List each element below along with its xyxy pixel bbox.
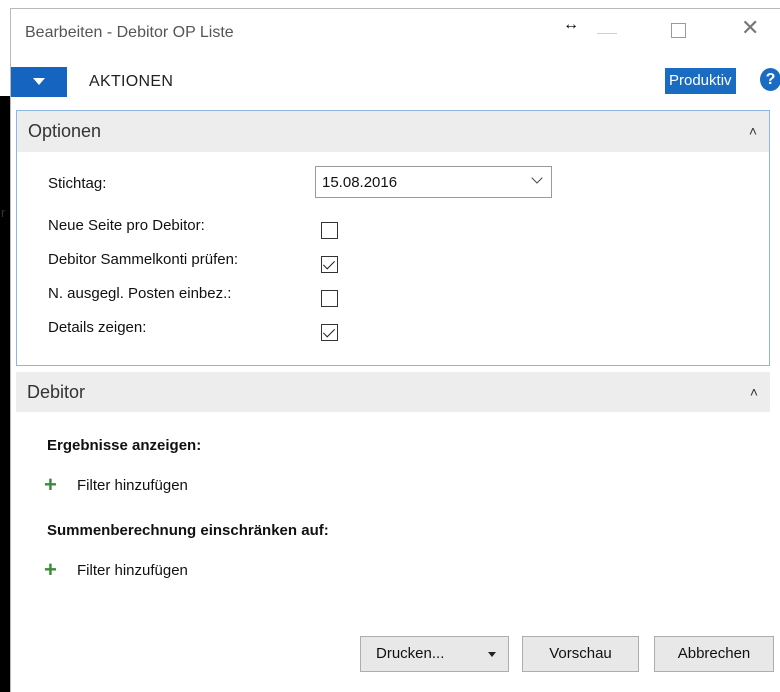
sammelkonti-label: Debitor Sammelkonti prüfen: <box>48 251 239 268</box>
background-window-edge <box>0 96 10 692</box>
chevron-down-icon[interactable] <box>531 172 543 184</box>
options-section: Optionen ˄ Stichtag: 15.08.2016 Neue Sei… <box>16 110 770 366</box>
options-header[interactable]: Optionen ˄ <box>17 111 769 152</box>
close-button[interactable]: ✕ <box>741 17 759 39</box>
plus-icon[interactable]: + <box>44 559 57 581</box>
collapse-icon[interactable]: ˄ <box>750 384 758 400</box>
help-icon[interactable]: ? <box>760 68 780 91</box>
menu-dropdown-button[interactable] <box>11 67 67 97</box>
sammelkonti-checkbox[interactable] <box>321 256 338 273</box>
add-filter-link[interactable]: Filter hinzufügen <box>77 477 188 494</box>
environment-badge: Produktiv <box>665 68 736 94</box>
options-title: Optionen <box>28 121 102 141</box>
actions-menu[interactable]: AKTIONEN <box>89 73 173 91</box>
results-label: Ergebnisse anzeigen: <box>47 437 202 454</box>
chevron-down-icon[interactable] <box>488 652 496 657</box>
debitor-header[interactable]: Debitor ˄ <box>16 372 770 412</box>
add-filter-link[interactable]: Filter hinzufügen <box>77 562 188 579</box>
collapse-icon[interactable]: ˄ <box>749 123 757 139</box>
title-bar: Bearbeiten - Debitor OP Liste ↔ ✕ <box>11 9 780 57</box>
ausgegl-posten-checkbox[interactable] <box>321 290 338 307</box>
neue-seite-checkbox[interactable] <box>321 222 338 239</box>
details-label: Details zeigen: <box>48 319 147 336</box>
print-button-label: Drucken... <box>376 645 445 662</box>
ausgegl-posten-label: N. ausgegl. Posten einbez.: <box>48 285 232 302</box>
window-title: Bearbeiten - Debitor OP Liste <box>25 24 234 41</box>
sum-restriction-label: Summenberechnung einschränken auf: <box>47 522 329 539</box>
stichtag-date-input[interactable]: 15.08.2016 <box>315 166 552 198</box>
resize-cursor-icon: ↔ <box>563 16 579 33</box>
preview-button[interactable]: Vorschau <box>522 636 639 672</box>
stichtag-value: 15.08.2016 <box>322 174 398 191</box>
debitor-title: Debitor <box>27 382 86 402</box>
maximize-button[interactable] <box>671 23 686 38</box>
neue-seite-label: Neue Seite pro Debitor: <box>48 217 205 234</box>
stichtag-label: Stichtag: <box>48 175 107 192</box>
action-bar: AKTIONEN Produktiv ? <box>11 61 780 97</box>
cancel-button[interactable]: Abbrechen <box>654 636 774 672</box>
plus-icon[interactable]: + <box>44 474 57 496</box>
background-text-fragment: r <box>1 205 6 220</box>
print-button[interactable]: Drucken... <box>360 636 509 672</box>
minimize-button[interactable] <box>597 33 617 34</box>
details-checkbox[interactable] <box>321 324 338 341</box>
